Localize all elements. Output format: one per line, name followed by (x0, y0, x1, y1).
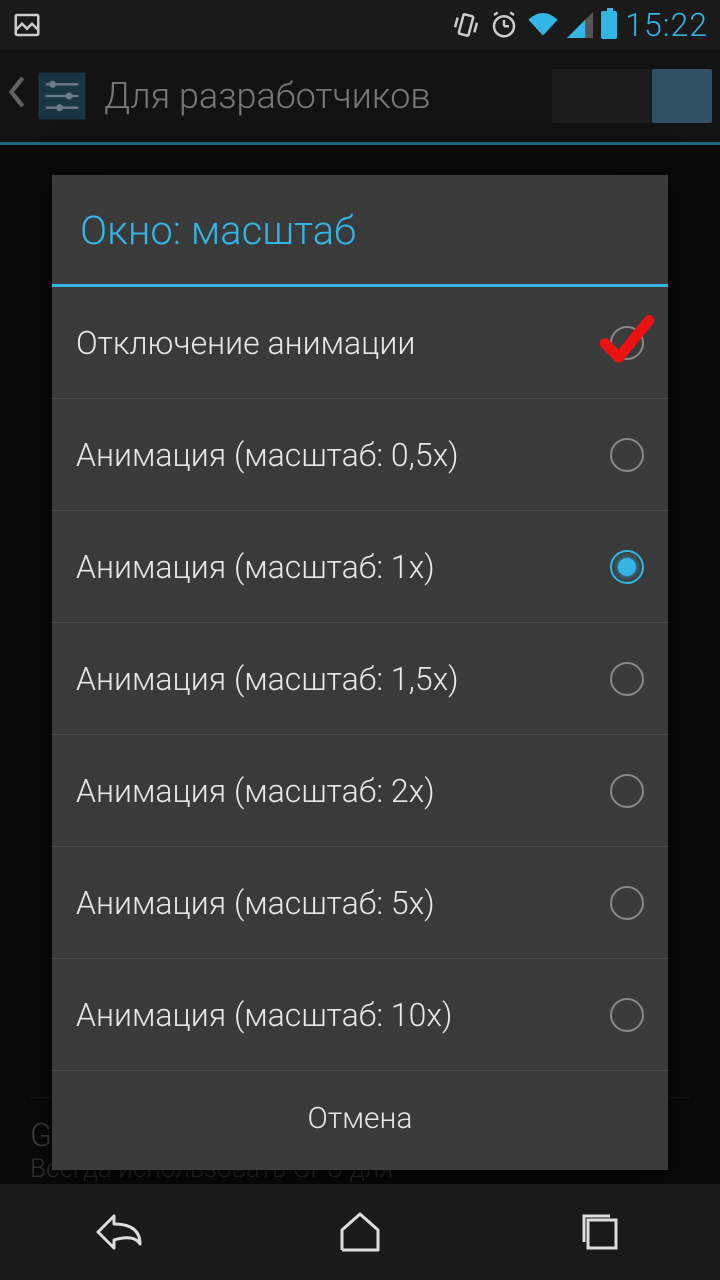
master-toggle[interactable] (552, 69, 712, 123)
option-label: Анимация (масштаб: 1x) (76, 548, 610, 586)
status-time: 15:22 (625, 6, 708, 44)
wifi-icon (527, 10, 559, 40)
option-label: Анимация (масштаб: 5x) (76, 884, 610, 922)
cancel-button[interactable]: Отмена (52, 1071, 668, 1170)
dialog-window-scale: Окно: масштаб Отключение анимации Анимац… (52, 175, 668, 1170)
vibrate-icon (451, 10, 481, 40)
alarm-icon (489, 10, 519, 40)
radio-icon (610, 886, 644, 920)
radio-icon (610, 326, 644, 360)
back-icon[interactable] (8, 75, 26, 118)
radio-icon (610, 662, 644, 696)
nav-home-button[interactable] (290, 1202, 430, 1262)
option-label: Отключение анимации (76, 324, 610, 362)
radio-icon (610, 438, 644, 472)
page-title: Для разработчиков (104, 75, 552, 117)
status-right: 15:22 (451, 6, 708, 44)
option-animation-15x[interactable]: Анимация (масштаб: 1,5x) (52, 623, 668, 735)
dialog-option-list: Отключение анимации Анимация (масштаб: 0… (52, 287, 668, 1071)
option-label: Анимация (масштаб: 10x) (76, 996, 610, 1034)
dialog-title: Окно: масштаб (52, 175, 668, 287)
radio-icon (610, 998, 644, 1032)
option-label: Анимация (масштаб: 2x) (76, 772, 610, 810)
option-animation-2x[interactable]: Анимация (масштаб: 2x) (52, 735, 668, 847)
status-bar: 15:22 (0, 0, 720, 50)
action-bar: Для разработчиков (0, 50, 720, 145)
settings-sliders-icon[interactable] (30, 64, 94, 128)
option-label: Анимация (масштаб: 0,5x) (76, 436, 610, 474)
nav-back-button[interactable] (50, 1202, 190, 1262)
option-animation-1x[interactable]: Анимация (масштаб: 1x) (52, 511, 668, 623)
option-label: Анимация (масштаб: 1,5x) (76, 660, 610, 698)
option-animation-10x[interactable]: Анимация (масштаб: 10x) (52, 959, 668, 1071)
option-animation-off[interactable]: Отключение анимации (52, 287, 668, 399)
navigation-bar (0, 1184, 720, 1280)
option-animation-5x[interactable]: Анимация (масштаб: 5x) (52, 847, 668, 959)
nav-recent-button[interactable] (530, 1202, 670, 1262)
option-animation-05x[interactable]: Анимация (масштаб: 0,5x) (52, 399, 668, 511)
picture-icon (12, 10, 42, 40)
status-left (12, 10, 42, 40)
radio-icon-selected (610, 550, 644, 584)
signal-icon (567, 11, 593, 39)
screen: 15:22 Для разработчиков GPU-ускорение Вс… (0, 0, 720, 1280)
battery-icon (601, 11, 617, 39)
radio-icon (610, 774, 644, 808)
toggle-thumb (652, 69, 712, 123)
